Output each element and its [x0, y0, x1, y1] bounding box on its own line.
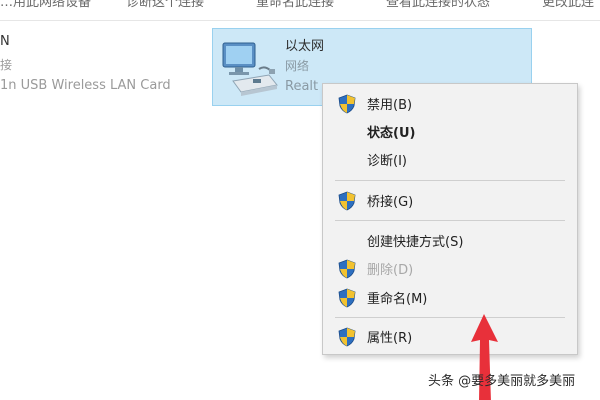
menu-item-diagnose[interactable]: 诊断(I) — [323, 145, 577, 173]
uac-shield-icon — [338, 94, 356, 114]
adapter-status: 网络 — [285, 59, 310, 73]
adapter-device: Realt — [285, 79, 319, 94]
menu-item-disable[interactable]: 禁用(B) — [323, 89, 577, 117]
menu-item-label: 诊断(I) — [367, 154, 407, 169]
watermark-text: 头条 @要多美丽就多美丽 — [428, 374, 576, 389]
command-toolbar: …用此网络设备 诊断这个连接 重命名此连接 查看此连接的状态 更改此连 — [0, 0, 600, 21]
adapter-device: 1n USB Wireless LAN Card — [0, 78, 171, 93]
menu-separator — [335, 180, 565, 181]
menu-item-bridge[interactable]: 桥接(G) — [323, 186, 577, 214]
menu-item-label: 桥接(G) — [367, 195, 414, 210]
menu-item-rename[interactable]: 重命名(M) — [323, 283, 577, 311]
adapter-name: N — [0, 34, 10, 49]
menu-item-status[interactable]: 状态(U) — [323, 117, 577, 145]
menu-item-label: 重命名(M) — [367, 292, 428, 307]
toolbar-rename-connection[interactable]: 重命名此连接 — [256, 0, 334, 10]
menu-separator — [335, 220, 565, 221]
uac-shield-icon — [338, 288, 356, 308]
network-adapter-icon — [222, 42, 278, 96]
toolbar-change-settings[interactable]: 更改此连 — [542, 0, 594, 10]
toolbar-diagnose-connection[interactable]: 诊断这个连接 — [126, 0, 204, 10]
uac-shield-icon — [338, 191, 356, 211]
adapter-status: 接 — [0, 58, 13, 72]
toolbar-view-status[interactable]: 查看此连接的状态 — [386, 0, 490, 10]
menu-item-delete: 删除(D) — [323, 254, 577, 282]
uac-shield-icon — [338, 327, 356, 347]
toolbar-disable-device[interactable]: …用此网络设备 — [0, 0, 91, 10]
network-connections-window: …用此网络设备 诊断这个连接 重命名此连接 查看此连接的状态 更改此连 N 接 … — [0, 0, 600, 400]
menu-item-create-shortcut[interactable]: 创建快捷方式(S) — [323, 226, 577, 254]
menu-item-label: 删除(D) — [367, 263, 414, 278]
menu-item-label: 属性(R) — [367, 331, 413, 346]
menu-item-label: 禁用(B) — [367, 98, 413, 113]
wireless-adapter-tile[interactable]: N 接 1n USB Wireless LAN Card — [0, 30, 205, 100]
context-menu: 禁用(B) 状态(U) 诊断(I) 桥接(G) 创建快捷方式(S) 删除(D) … — [322, 83, 578, 355]
menu-separator — [335, 317, 565, 318]
menu-item-properties[interactable]: 属性(R) — [323, 322, 577, 350]
adapter-name: 以太网 — [285, 39, 325, 54]
menu-item-label: 状态(U) — [367, 126, 416, 141]
menu-item-label: 创建快捷方式(S) — [367, 235, 464, 250]
uac-shield-icon — [338, 259, 356, 279]
